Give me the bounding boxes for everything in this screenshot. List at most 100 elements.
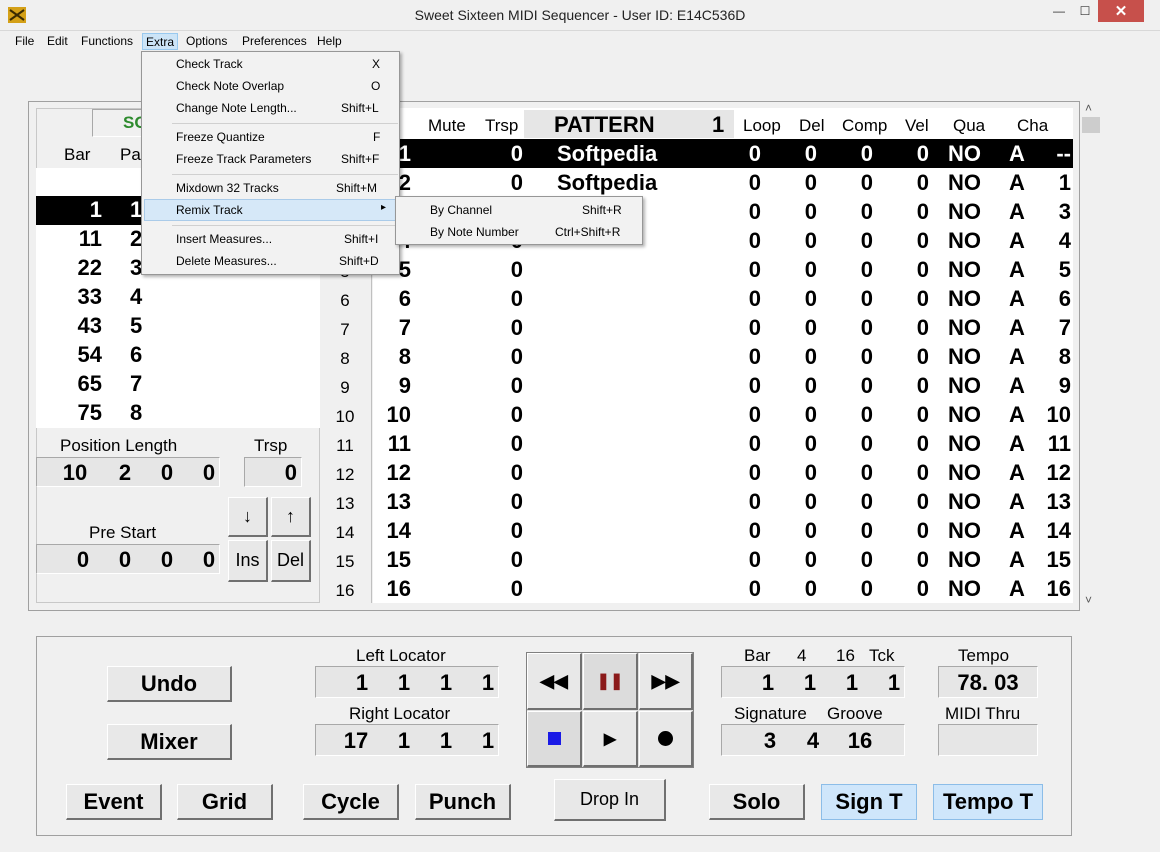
menu-mixdown-32-tracks[interactable]: Mixdown 32 Tracks Shift+M — [142, 177, 399, 199]
midi-thru-field[interactable] — [938, 724, 1038, 756]
menu-options[interactable]: Options — [183, 33, 230, 50]
move-up-button[interactable]: ↑ — [271, 497, 311, 537]
menu-bar: File Edit Functions Extra Options Prefer… — [0, 31, 1160, 51]
menu-remix-by-channel[interactable]: By Channel Shift+R — [396, 199, 642, 221]
track-row[interactable]: 6 0 0 0 0 0 NO A 6 — [373, 284, 1073, 313]
row-number: 12 — [335, 465, 355, 484]
song-list-item[interactable]: 75 8 — [36, 399, 320, 428]
window-title: Sweet Sixteen MIDI Sequencer - User ID: … — [414, 7, 746, 23]
track-row[interactable]: 10 0 0 0 0 0 NO A 10 — [373, 400, 1073, 429]
song-list-item[interactable]: 65 7 — [36, 370, 320, 399]
track-row[interactable]: 16 0 0 0 0 0 NO A 16 — [373, 574, 1073, 603]
stop-button[interactable] — [527, 711, 582, 767]
submenu-arrow-icon: ▸ — [381, 202, 387, 213]
track-row[interactable]: 1 0 Softpedia 0 0 0 0 NO A -- — [373, 139, 1073, 168]
row-number: 16 — [335, 581, 355, 600]
track-row[interactable]: 8 0 0 0 0 0 NO A 8 — [373, 342, 1073, 371]
header-loop: Loop — [743, 116, 781, 135]
song-list-item[interactable]: 54 6 — [36, 341, 320, 370]
groove-label: Groove — [827, 704, 883, 723]
punch-button[interactable]: Punch — [415, 784, 511, 820]
song-position-field[interactable]: 1 1 1 1 — [721, 666, 905, 698]
tempo-field[interactable]: 78. 03 — [938, 666, 1038, 698]
drop-in-button[interactable]: Drop In — [554, 779, 666, 821]
row-number: 9 — [340, 378, 350, 397]
signature-field[interactable]: 3 4 16 — [721, 724, 905, 756]
menu-remix-track[interactable]: Remix Track ▸ — [144, 199, 397, 221]
record-button[interactable] — [639, 711, 693, 767]
track-row[interactable]: 13 0 0 0 0 0 NO A 13 — [373, 487, 1073, 516]
header-del: Del — [799, 116, 825, 135]
position-length-field[interactable]: 10 2 0 0 — [36, 457, 220, 487]
trsp-field[interactable]: 0 — [244, 457, 302, 487]
menu-separator — [172, 174, 398, 175]
song-list-item[interactable]: 33 4 — [36, 283, 320, 312]
menu-freeze-quantize[interactable]: Freeze Quantize F — [142, 126, 399, 148]
pause-icon: ❚❚ — [596, 673, 624, 690]
track-row[interactable]: 9 0 0 0 0 0 NO A 9 — [373, 371, 1073, 400]
song-list-item[interactable]: 43 5 — [36, 312, 320, 341]
menu-help[interactable]: Help — [314, 33, 345, 50]
pre-start-label: Pre Start — [89, 523, 157, 542]
undo-button[interactable]: Undo — [107, 666, 232, 702]
track-row[interactable]: 15 0 0 0 0 0 NO A 15 — [373, 545, 1073, 574]
left-locator-field[interactable]: 1 1 1 1 — [315, 666, 499, 698]
delete-button[interactable]: Del — [271, 540, 311, 582]
menu-extra[interactable]: Extra — [142, 33, 179, 50]
tempo-t-button[interactable]: Tempo T — [933, 784, 1043, 820]
menu-insert-measures[interactable]: Insert Measures... Shift+I — [142, 228, 399, 250]
menu-freeze-track-parameters[interactable]: Freeze Track Parameters Shift+F — [142, 148, 399, 170]
maximize-icon[interactable]: ☐ — [1072, 0, 1098, 22]
menu-remix-by-note-number[interactable]: By Note Number Ctrl+Shift+R — [396, 221, 642, 243]
fast-forward-button[interactable]: ▶▶ — [639, 653, 693, 710]
signature-label: Signature — [734, 704, 807, 723]
track-row[interactable]: 2 0 Softpedia 0 0 0 0 NO A 1 — [373, 168, 1073, 197]
right-locator-field[interactable]: 17 1 1 1 — [315, 724, 499, 756]
header-trsp: Trsp — [485, 116, 519, 135]
pre-start-field[interactable]: 0 0 0 0 — [36, 544, 220, 574]
row-number: 10 — [335, 407, 355, 426]
minimize-icon[interactable]: — — [1046, 0, 1072, 22]
row-number: 6 — [340, 291, 350, 310]
menu-change-note-length[interactable]: Change Note Length... Shift+L — [142, 97, 399, 119]
row-number: 7 — [340, 320, 350, 339]
close-icon[interactable]: ✕ — [1098, 0, 1144, 22]
cycle-button[interactable]: Cycle — [303, 784, 399, 820]
scrollbar-thumb[interactable] — [1082, 117, 1100, 133]
track-row[interactable]: 14 0 0 0 0 0 NO A 14 — [373, 516, 1073, 545]
right-locator-label: Right Locator — [349, 704, 451, 723]
stop-icon — [547, 732, 561, 745]
fast-forward-icon: ▶▶ — [651, 670, 680, 691]
solo-button[interactable]: Solo — [709, 784, 805, 820]
track-row[interactable]: 7 0 0 0 0 0 NO A 7 — [373, 313, 1073, 342]
play-button[interactable]: ▶ — [583, 711, 638, 767]
sign-t-button[interactable]: Sign T — [821, 784, 917, 820]
rewind-button[interactable]: ◀◀ — [527, 653, 582, 710]
track-row[interactable]: 12 0 0 0 0 0 NO A 12 — [373, 458, 1073, 487]
scroll-up-icon[interactable]: ˄ — [1085, 101, 1092, 115]
menu-edit[interactable]: Edit — [44, 33, 71, 50]
event-button[interactable]: Event — [66, 784, 162, 820]
pattern-header[interactable]: PATTERN 1 — [524, 110, 734, 138]
menu-delete-measures[interactable]: Delete Measures... Shift+D — [142, 250, 399, 272]
vertical-scrollbar[interactable]: ˄ ˅ — [1082, 101, 1100, 611]
header-mute: Mute — [428, 116, 466, 135]
insert-button[interactable]: Ins — [228, 540, 268, 582]
mixer-button[interactable]: Mixer — [107, 724, 232, 760]
pause-button[interactable]: ❚❚ — [583, 653, 638, 710]
row-number: 8 — [340, 349, 350, 368]
menu-preferences[interactable]: Preferences — [239, 33, 310, 50]
scroll-down-icon[interactable]: ˅ — [1085, 593, 1092, 607]
menu-check-track[interactable]: Check Track X — [142, 53, 399, 75]
track-row[interactable]: 5 0 0 0 0 0 NO A 5 — [373, 255, 1073, 284]
menu-file[interactable]: File — [12, 33, 37, 50]
header-vel: Vel — [905, 116, 929, 135]
track-row[interactable]: 11 0 0 0 0 0 NO A 11 — [373, 429, 1073, 458]
menu-check-note-overlap[interactable]: Check Note Overlap O — [142, 75, 399, 97]
grid-button[interactable]: Grid — [177, 784, 273, 820]
menu-separator — [172, 123, 398, 124]
menu-functions[interactable]: Functions — [78, 33, 136, 50]
row-number: 14 — [335, 523, 355, 542]
title-bar: Sweet Sixteen MIDI Sequencer - User ID: … — [0, 0, 1160, 31]
move-down-button[interactable]: ↓ — [228, 497, 268, 537]
